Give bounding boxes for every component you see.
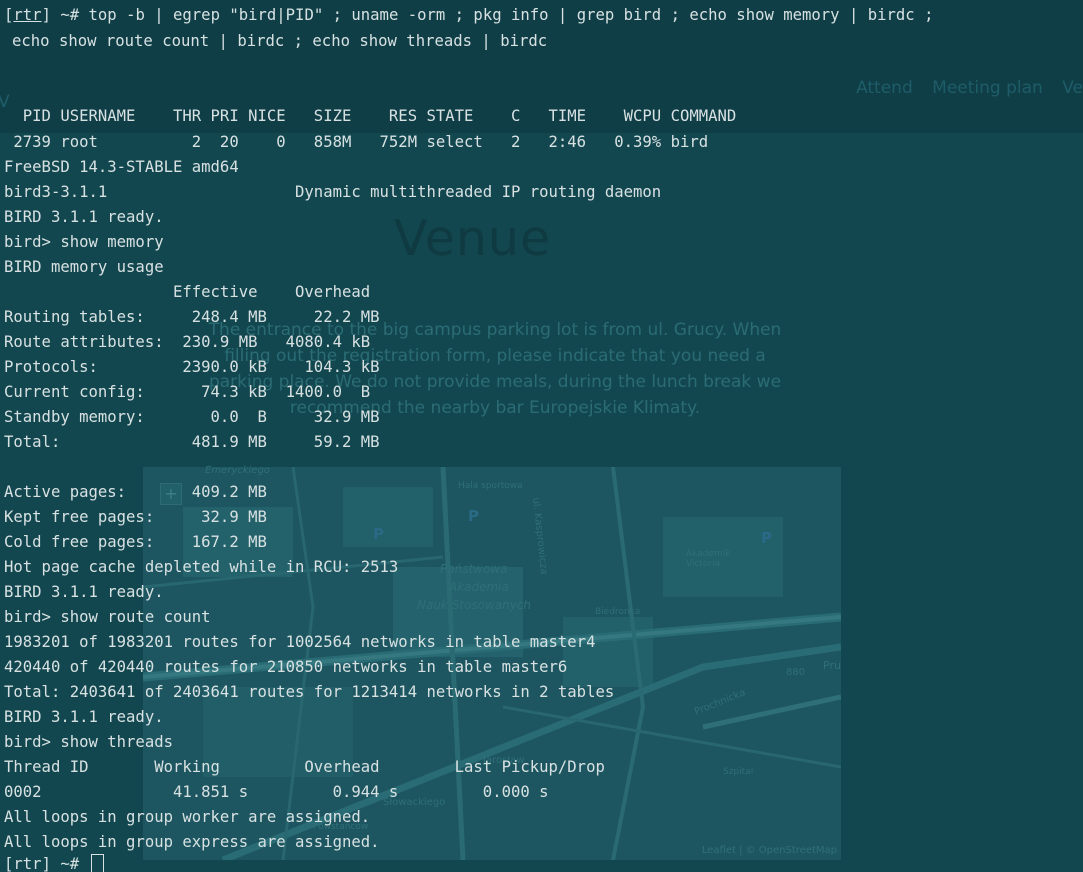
pages-row: Kept free pages: 32.9 MB xyxy=(4,508,267,526)
final-prompt-line[interactable]: [rtr] ~# xyxy=(4,852,104,872)
memory-row: Protocols: 2390.0 kB 104.3 kB xyxy=(4,358,380,376)
route-count-total: Total: 2403641 of 2403641 routes for 121… xyxy=(4,683,615,701)
loops-line: All loops in group worker are assigned. xyxy=(4,808,371,826)
loops-line: All loops in group express are assigned. xyxy=(4,833,380,851)
memory-row: Routing tables: 248.4 MB 22.2 MB xyxy=(4,308,380,326)
bird-ready-line: BIRD 3.1.1 ready. xyxy=(4,208,164,226)
memory-row: Current config: 74.3 kB 1400.0 B xyxy=(4,383,371,401)
top-process-line: 2739 root 2 20 0 858M 752M select 2 2:46… xyxy=(4,133,709,151)
threads-header: Thread ID Working Overhead Last Pickup/D… xyxy=(4,758,605,776)
pages-row: Cold free pages: 167.2 MB xyxy=(4,533,267,551)
uname-output: FreeBSD 14.3-STABLE amd64 xyxy=(4,158,239,176)
prompt-user: rtr xyxy=(13,855,42,872)
pages-row: Active pages: 409.2 MB xyxy=(4,483,267,501)
pkg-info-output: bird3-3.1.1 Dynamic multithreaded IP rou… xyxy=(4,183,662,201)
terminal-window[interactable]: [rtr] ~# top -b | egrep "bird|PID" ; una… xyxy=(0,0,1083,872)
top-header-line: PID USERNAME THR PRI NICE SIZE RES STATE… xyxy=(4,107,737,125)
birdc-command: bird> show threads xyxy=(4,733,173,751)
prompt-user: rtr xyxy=(13,6,42,24)
birdc-command: bird> show memory xyxy=(4,233,164,251)
memory-table-header: Effective Overhead xyxy=(4,283,371,301)
bird-ready-line: BIRD 3.1.1 ready. xyxy=(4,583,164,601)
route-count-row: 420440 of 420440 routes for 210850 netwo… xyxy=(4,658,568,676)
rcu-line: Hot page cache depleted while in RCU: 25… xyxy=(4,558,399,576)
birdc-command: bird> show route count xyxy=(4,608,211,626)
command-line-2: echo show route count | birdc ; echo sho… xyxy=(12,32,548,50)
command-text: top -b | egrep "bird|PID" ; uname -orm ;… xyxy=(88,6,934,24)
memory-row: Route attributes: 230.9 MB 4080.4 kB xyxy=(4,333,371,351)
command-line-1: [rtr] ~# top -b | egrep "bird|PID" ; una… xyxy=(4,6,934,24)
memory-row: Standby memory: 0.0 B 32.9 MB xyxy=(4,408,380,426)
prompt-suffix: ~# xyxy=(50,855,89,872)
bird-ready-line: BIRD 3.1.1 ready. xyxy=(4,708,164,726)
threads-row: 0002 41.851 s 0.944 s 0.000 s xyxy=(4,783,549,801)
memory-usage-title: BIRD memory usage xyxy=(4,258,164,276)
text-cursor xyxy=(90,854,104,872)
prompt-suffix: ~# xyxy=(50,6,89,24)
route-count-row: 1983201 of 1983201 routes for 1002564 ne… xyxy=(4,633,596,651)
memory-total-row: Total: 481.9 MB 59.2 MB xyxy=(4,433,380,451)
